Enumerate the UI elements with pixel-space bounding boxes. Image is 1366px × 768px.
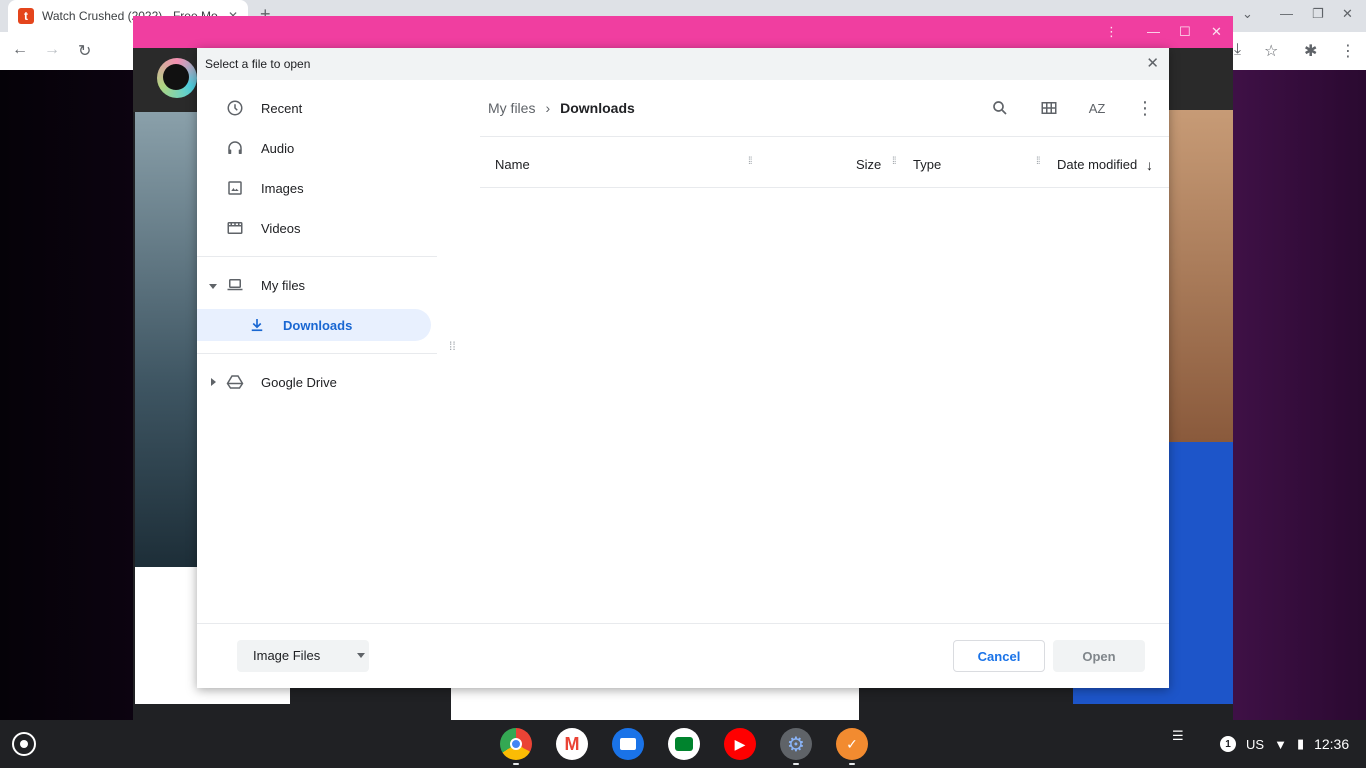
minimize-icon[interactable]: — xyxy=(1280,6,1293,21)
system-tray[interactable]: 1 US ▼ ▮ 12:36 xyxy=(1220,736,1349,752)
titlebar-menu-icon[interactable]: ⋮ xyxy=(1105,24,1118,40)
sort-icon-label: AZ xyxy=(1088,100,1106,116)
column-name[interactable]: Name xyxy=(495,157,530,172)
caret-down-icon xyxy=(357,653,365,658)
dialog-close-icon[interactable]: ✕ xyxy=(1146,54,1159,72)
download-icon[interactable]: ⤓ xyxy=(1234,41,1241,59)
launcher-icon[interactable] xyxy=(12,732,36,756)
dialog-footer-divider xyxy=(197,623,1169,624)
chrome-icon[interactable] xyxy=(500,728,532,760)
nav-item-videos[interactable]: Videos xyxy=(197,212,431,244)
nav-label-images: Images xyxy=(261,180,304,196)
nav-item-my-files[interactable]: My files xyxy=(197,269,431,301)
file-type-select-value: Image Files xyxy=(253,648,321,663)
open-button[interactable]: Open xyxy=(1053,640,1145,672)
site-titlebar: ⋮ — ☐ ✕ xyxy=(133,16,1233,48)
sort-icon[interactable]: AZ xyxy=(1085,96,1109,120)
more-options-icon[interactable]: ⋮ xyxy=(1133,96,1157,120)
titlebar-minimize-icon[interactable]: — xyxy=(1147,24,1160,39)
file-type-select[interactable]: Image Files xyxy=(237,640,369,672)
clock-icon xyxy=(227,100,243,116)
laptop-icon xyxy=(227,279,243,291)
breadcrumb: My files › Downloads xyxy=(488,100,635,116)
site-logo-face xyxy=(163,64,189,90)
headphones-icon xyxy=(228,141,242,154)
download-icon xyxy=(251,319,263,332)
titlebar-maximize-icon[interactable]: ☐ xyxy=(1179,24,1191,40)
arrow-down-icon[interactable]: ↓ xyxy=(1146,157,1153,173)
nav-label-audio: Audio xyxy=(261,140,295,156)
nav-label-downloads: Downloads xyxy=(283,317,353,333)
back-icon[interactable]: ← xyxy=(12,41,28,59)
running-indicator xyxy=(793,763,799,765)
dialog-titlebar: Select a file to open ✕ xyxy=(197,48,1169,80)
meet-icon[interactable] xyxy=(668,728,700,760)
clock-time: 12:36 xyxy=(1314,736,1350,752)
column-resize-handle[interactable]: ⁞⁞ xyxy=(892,156,896,167)
titlebar-close-icon[interactable]: ✕ xyxy=(1211,24,1222,40)
nav-label-google-drive: Google Drive xyxy=(261,374,337,390)
nav-item-recent[interactable]: Recent xyxy=(197,92,431,124)
running-indicator xyxy=(849,763,855,765)
notification-count-badge: 1 xyxy=(1220,736,1236,752)
panel-resize-handle[interactable]: ⁞⁞ xyxy=(449,340,456,352)
nav-item-images[interactable]: Images xyxy=(197,172,431,204)
browser-menu-icon[interactable]: ⋮ xyxy=(1340,41,1356,61)
column-resize-handle[interactable]: ⁞⁞ xyxy=(1036,156,1040,167)
nav-item-audio[interactable]: Audio xyxy=(197,132,431,164)
running-indicator xyxy=(513,763,519,765)
film-icon xyxy=(227,222,243,234)
bookmark-star-icon[interactable]: ☆ xyxy=(1264,41,1278,61)
files-icon[interactable] xyxy=(612,728,644,760)
forward-icon[interactable]: → xyxy=(44,41,60,59)
nav-item-downloads[interactable]: Downloads xyxy=(197,309,431,341)
column-type[interactable]: Type xyxy=(913,157,941,172)
column-resize-handle[interactable]: ⁞⁞ xyxy=(748,156,752,167)
search-icon[interactable] xyxy=(988,96,1012,120)
maximize-icon[interactable]: ❐ xyxy=(1312,6,1324,22)
breadcrumb-downloads: Downloads xyxy=(560,100,635,116)
grid-view-icon[interactable] xyxy=(1037,96,1061,120)
settings-gear-icon[interactable]: ⚙ xyxy=(780,728,812,760)
file-open-dialog: Select a file to open ✕ Recent Audio Ima… xyxy=(197,48,1169,688)
nav-label-my-files: My files xyxy=(261,277,306,293)
reload-icon[interactable]: ↻ xyxy=(78,41,91,61)
image-icon xyxy=(228,181,242,195)
left-advertisement[interactable] xyxy=(135,112,197,567)
nav-item-google-drive[interactable]: Google Drive xyxy=(197,366,431,398)
file-list-header: Name ⁞⁞ Size ⁞⁞ Type ⁞⁞ Date modified ↓ xyxy=(480,136,1169,188)
youtube-icon[interactable]: ▶ xyxy=(724,728,756,760)
nav-label-recent: Recent xyxy=(261,100,303,116)
right-advertisement[interactable] xyxy=(1168,110,1233,442)
column-date-modified[interactable]: Date modified xyxy=(1057,157,1137,172)
gmail-icon[interactable]: M xyxy=(556,728,588,760)
breadcrumb-my-files[interactable]: My files xyxy=(488,100,535,116)
notes-app-icon[interactable]: ✓ xyxy=(836,728,868,760)
shelf: M ▶ ⚙ ✓ ☰ 1 US ▼ ▮ 12:36 xyxy=(0,720,1366,768)
site-favicon: t xyxy=(18,8,34,24)
dialog-title: Select a file to open xyxy=(205,57,311,71)
site-footer-bar xyxy=(451,684,859,720)
cancel-button[interactable]: Cancel xyxy=(953,640,1045,672)
extensions-icon[interactable]: ✱ xyxy=(1304,41,1317,61)
chevron-right-icon: › xyxy=(545,100,551,116)
nav-divider xyxy=(197,353,437,354)
nav-label-videos: Videos xyxy=(261,220,301,236)
battery-icon: ▮ xyxy=(1296,736,1305,751)
keyboard-layout: US xyxy=(1246,736,1265,752)
google-drive-icon xyxy=(226,375,244,389)
close-window-icon[interactable]: ✕ xyxy=(1342,6,1353,22)
tote-icon[interactable]: ☰ xyxy=(1172,728,1184,744)
tab-search-icon[interactable]: ⌄ xyxy=(1242,6,1253,22)
nav-divider xyxy=(197,256,437,257)
column-size[interactable]: Size xyxy=(856,157,881,172)
wifi-icon: ▼ xyxy=(1274,736,1287,752)
